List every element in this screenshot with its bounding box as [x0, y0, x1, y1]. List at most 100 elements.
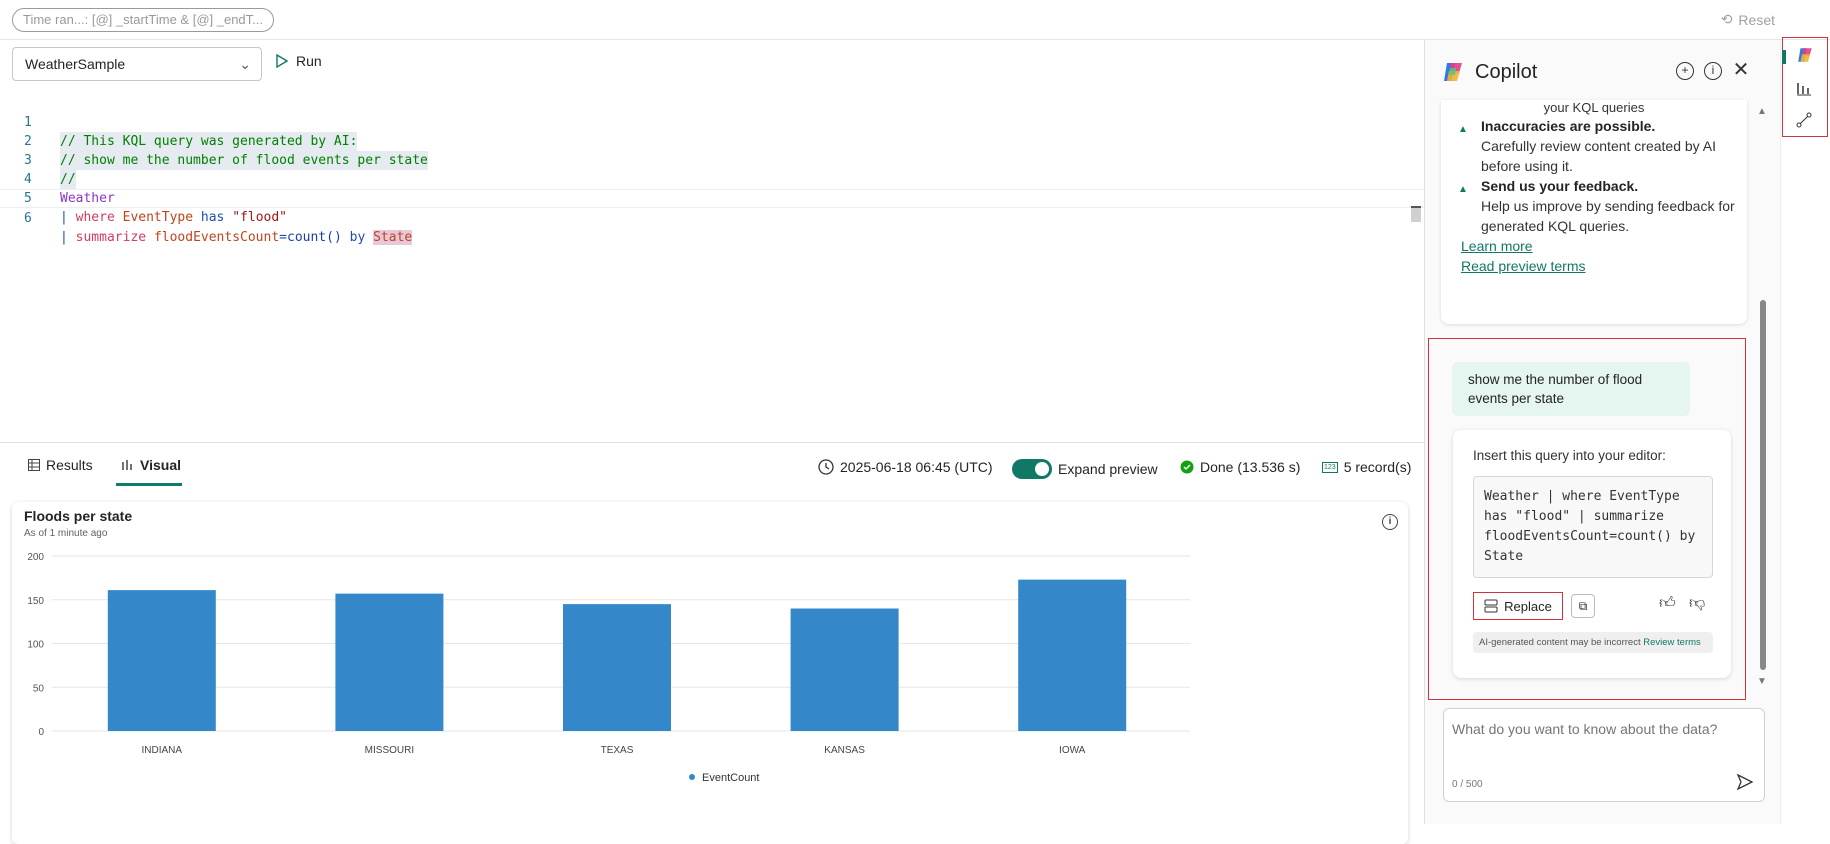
item-body: Carefully review content created by AI b… [1481, 138, 1717, 174]
legend-label: EventCount [702, 772, 759, 784]
bar [563, 604, 671, 731]
tab-results[interactable]: Results [28, 457, 93, 473]
scroll-down-icon[interactable]: ▼ [1757, 676, 1767, 687]
code-line-2: 2 // show me the number of flood events … [0, 113, 1424, 170]
copilot-answer: Insert this query into your editor: Weat… [1453, 430, 1731, 678]
query-status: Done (13.536 s) [1180, 459, 1300, 475]
copy-icon[interactable]: ⧉ [1571, 594, 1595, 618]
reset-icon: ⟲ [1720, 11, 1733, 27]
tab-visual-label: Visual [140, 457, 181, 473]
answer-label: Insert this query into your editor: [1473, 448, 1666, 463]
run-button[interactable]: Run [276, 53, 322, 69]
code-line-4: 4 Weather [0, 151, 1424, 206]
legend-marker [689, 774, 695, 780]
close-icon[interactable]: ✕ [1732, 60, 1750, 80]
y-tick-label: 200 [27, 552, 44, 563]
chart-card: Floods per state As of 1 minute ago i 05… [12, 502, 1408, 844]
bar [335, 593, 444, 731]
x-tick-label: INDIANA [142, 745, 183, 756]
copilot-actions: + i ✕ [1676, 60, 1750, 80]
replace-label: Replace [1504, 598, 1552, 614]
rail-active-indicator [1782, 50, 1786, 64]
chevron-down-icon: ⌄ [239, 56, 251, 72]
learn-more-link[interactable]: Learn more [1461, 236, 1533, 256]
y-tick-label: 0 [38, 727, 44, 738]
intro-text: your KQL queries [1543, 100, 1645, 115]
info-icon[interactable]: i [1704, 62, 1722, 80]
y-tick-label: 50 [33, 683, 45, 694]
active-tab-indicator [116, 483, 182, 486]
warning-icon: ▲ [1458, 124, 1468, 135]
chart-icon [122, 460, 132, 470]
reset-button[interactable]: ⟲ Reset [1721, 11, 1775, 28]
bar [107, 590, 216, 731]
rail-copilot-icon[interactable] [1796, 46, 1814, 64]
disclaimer-item-feedback: ▲ Send us your feedback. Help us improve… [1458, 176, 1741, 236]
editor-scrollbar-marker[interactable] [1411, 206, 1421, 222]
thumbs-up-icon[interactable]: 👍︎ [1659, 594, 1676, 613]
check-circle-icon [1180, 460, 1194, 474]
clock-icon [818, 459, 834, 475]
time-range-parameter[interactable]: Time ran...: [@] _startTime & [@] _endT.… [12, 8, 274, 32]
suggested-query[interactable]: Weather | where EventType has "flood" | … [1473, 476, 1713, 578]
replace-button[interactable]: Replace [1473, 592, 1563, 620]
warning-icon: ▲ [1458, 184, 1468, 195]
code-line-3: 3 // [0, 132, 1424, 189]
thumbs-down-icon[interactable]: 👎︎ [1689, 594, 1705, 613]
copilot-pane: Copilot + i ✕ your KQL queries ▲ Inaccur… [1424, 40, 1780, 824]
new-chat-icon[interactable]: + [1676, 62, 1694, 80]
y-tick-label: 100 [27, 640, 44, 651]
x-tick-label: TEXAS [601, 745, 634, 756]
bar-chart: 0 50 100 150 200 INDIANA MISSOURI TEXAS KANSAS IO… [27, 552, 1190, 784]
ai-disclaimer-note: AI-generated content may be incorrect Re… [1473, 632, 1713, 653]
top-bar: Time ran...: [@] _startTime & [@] _endT.… [0, 0, 1830, 40]
item-body: Help us improve by sending feedback for … [1481, 198, 1735, 234]
replace-icon [1484, 599, 1498, 613]
database-name: WeatherSample [25, 56, 126, 72]
item-title: Send us your feedback. [1481, 178, 1639, 194]
copilot-prompt-input[interactable] [1452, 721, 1732, 737]
rail-share-icon[interactable] [1796, 112, 1812, 128]
send-icon[interactable] [1736, 773, 1754, 791]
x-tick-label: IOWA [1059, 745, 1086, 756]
copilot-logo-icon [1444, 63, 1462, 81]
char-counter: 0 / 500 [1452, 779, 1483, 790]
tab-visual[interactable]: Visual [122, 457, 181, 473]
x-tick-label: KANSAS [824, 745, 865, 756]
user-message: show me the number of flood events per s… [1452, 362, 1690, 416]
tab-results-label: Results [46, 457, 93, 473]
bar [790, 608, 899, 731]
disclaimer-item-inaccuracies: ▲ Inaccuracies are possible. Carefully r… [1458, 116, 1741, 176]
code-line-5: 5 | where EventType has "flood" [0, 170, 1424, 225]
scroll-up-icon[interactable]: ▲ [1757, 106, 1767, 117]
copilot-input-box[interactable]: 0 / 500 [1443, 708, 1765, 802]
code-line-1: 1 // This KQL query was generated by AI: [0, 94, 1424, 151]
query-pane: WeatherSample ⌄ Run 1 // This KQL query … [0, 40, 1424, 844]
reset-label: Reset [1738, 11, 1775, 28]
table-icon [28, 459, 40, 471]
copilot-scrollbar[interactable]: ▲ ▼ [1756, 106, 1768, 687]
record-count: 123 5 record(s) [1322, 459, 1411, 475]
code-line-6: 6 | summarize floodEventsCount=count() b… [0, 189, 1424, 245]
y-tick-label: 150 [27, 596, 44, 607]
copilot-disclaimer: your KQL queries ▲ Inaccuracies are poss… [1441, 100, 1747, 324]
timestamp-text: 2025-06-18 06:45 (UTC) [840, 459, 993, 475]
ai-note-text: AI-generated content may be incorrect [1479, 637, 1644, 648]
run-label: Run [296, 53, 322, 69]
scroll-thumb[interactable] [1760, 300, 1766, 670]
kql-editor[interactable]: 1 // This KQL query was generated by AI:… [0, 94, 1424, 394]
preview-terms-link[interactable]: Read preview terms [1461, 256, 1586, 276]
rail-chart-icon[interactable] [1796, 80, 1812, 96]
code-text: | summarize floodEventsCount=count() by … [60, 230, 413, 245]
results-toolbar: Results Visual 2025-06-18 06:45 (UTC) Ex… [0, 442, 1424, 488]
records-text: 5 record(s) [1343, 459, 1412, 475]
expand-preview-toggle[interactable]: Expand preview [1012, 459, 1158, 479]
database-select[interactable]: WeatherSample ⌄ [12, 47, 262, 81]
toggle-switch[interactable] [1012, 459, 1052, 479]
copilot-title: Copilot [1475, 60, 1538, 83]
records-icon: 123 [1322, 461, 1338, 473]
code-text: | where EventType has "flood" [60, 210, 288, 225]
right-rail [1780, 40, 1830, 824]
review-terms-link[interactable]: Review terms [1643, 637, 1701, 648]
query-timestamp: 2025-06-18 06:45 (UTC) [818, 459, 993, 475]
